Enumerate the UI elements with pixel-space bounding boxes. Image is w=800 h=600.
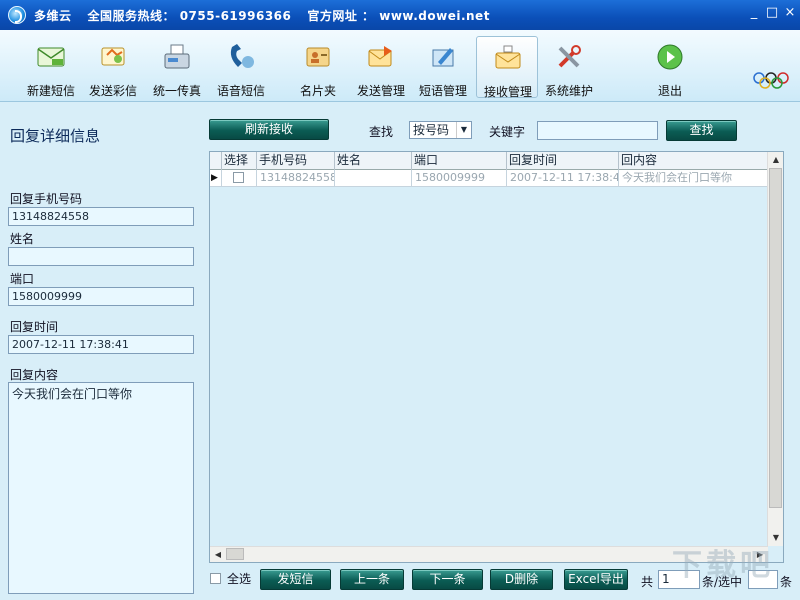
contacts-icon xyxy=(303,42,333,72)
toolbar-fax[interactable]: 统一传真 xyxy=(146,36,208,98)
send-manage-icon xyxy=(366,42,396,72)
port-field[interactable]: 1580009999 xyxy=(8,287,194,306)
close-button[interactable]: × xyxy=(782,6,798,22)
time-field[interactable]: 2007-12-11 17:38:41 xyxy=(8,335,194,354)
time-label: 回复时间 xyxy=(10,320,59,334)
content-label: 回复内容 xyxy=(10,368,59,382)
system-maintenance-icon xyxy=(554,42,584,72)
toolbar-label: 短语管理 xyxy=(418,84,467,98)
scroll-up-icon[interactable]: ▲ xyxy=(768,152,783,168)
refresh-receive-button[interactable]: 刷新接收 xyxy=(209,119,329,140)
toolbar-label: 统一传真 xyxy=(152,84,201,98)
voice-sms-icon xyxy=(226,42,256,72)
column-header[interactable]: 回复时间 xyxy=(507,152,619,170)
keyword-input[interactable] xyxy=(537,121,658,140)
toolbar-label: 退出 xyxy=(657,84,682,98)
toolbar-phrase-manage[interactable]: 短语管理 xyxy=(412,36,474,98)
table-header: 选择 手机号码 姓名 端口 回复时间 回内容 xyxy=(210,152,768,170)
next-button[interactable]: 下一条 xyxy=(412,569,483,590)
toolbar-label: 系统维护 xyxy=(544,84,593,98)
table-row[interactable]: ▶ 13148824558 1580009999 2007-12-11 17:3… xyxy=(210,170,768,187)
detail-panel: 回复详细信息 回复手机号码 13148824558 姓名 端口 15800099… xyxy=(0,103,202,600)
toolbar-label: 语音短信 xyxy=(216,84,265,98)
select-all-label: 全选 xyxy=(227,572,252,586)
minimize-button[interactable]: _ xyxy=(746,6,762,22)
phone-label: 回复手机号码 xyxy=(10,192,83,206)
reply-table: 选择 手机号码 姓名 端口 回复时间 回内容 ▶ 13148824558 158… xyxy=(209,151,784,563)
row-indicator-header xyxy=(210,152,222,170)
toolbar-voice-sms[interactable]: 语音短信 xyxy=(210,36,272,98)
watermark-text: 下载吧 xyxy=(672,548,774,583)
search-mode-value: 按号码 xyxy=(413,123,450,137)
name-field[interactable] xyxy=(8,247,194,266)
previous-button[interactable]: 上一条 xyxy=(340,569,404,590)
cell-port: 1580009999 xyxy=(412,170,507,187)
selected-suffix-label: 条 xyxy=(780,575,793,589)
vertical-scrollbar[interactable]: ▲ ▼ xyxy=(767,152,783,546)
horizontal-scroll-thumb[interactable] xyxy=(226,548,244,560)
new-sms-icon xyxy=(36,42,66,72)
send-sms-button[interactable]: 发短信 xyxy=(260,569,331,590)
delete-button[interactable]: D删除 xyxy=(490,569,553,590)
chevron-down-icon[interactable]: ▼ xyxy=(456,122,471,138)
cell-name xyxy=(335,170,412,187)
hotline-text: 全国服务热线： 0755-61996366 xyxy=(87,9,292,23)
excel-export-button[interactable]: Excel导出 xyxy=(564,569,628,590)
select-all-checkbox[interactable] xyxy=(210,573,221,584)
app-logo-icon xyxy=(8,6,26,24)
toolbar-send-mms[interactable]: 发送彩信 xyxy=(82,36,144,98)
port-label: 端口 xyxy=(10,272,35,286)
cell-phone: 13148824558 xyxy=(257,170,335,187)
search-mode-select[interactable]: 按号码 ▼ xyxy=(409,121,472,139)
find-label: 查找 xyxy=(369,125,394,139)
row-checkbox-cell xyxy=(222,170,257,187)
toolbar-contacts[interactable]: 名片夹 xyxy=(287,36,349,98)
name-label: 姓名 xyxy=(10,232,35,246)
column-header[interactable]: 选择 xyxy=(222,152,257,170)
keyword-label: 关键字 xyxy=(489,125,526,139)
website-text: 官方网址 ： www.dowei.net xyxy=(307,9,490,23)
vertical-scroll-thumb[interactable] xyxy=(769,168,782,508)
exit-icon xyxy=(655,42,685,72)
mms-icon xyxy=(98,42,128,72)
restore-button[interactable]: □ xyxy=(764,6,780,22)
main-toolbar: 新建短信 发送彩信 统一传真 语音短信 名片夹 发送管理 短语管理 接收管理 系… xyxy=(0,30,800,102)
cell-time: 2007-12-11 17:38:41 xyxy=(507,170,619,187)
toolbar-receive-manage[interactable]: 接收管理 xyxy=(476,36,538,99)
column-header[interactable]: 手机号码 xyxy=(257,152,335,170)
receive-manage-icon xyxy=(493,43,523,73)
olympic-rings-icon xyxy=(753,72,789,89)
toolbar-exit[interactable]: 退出 xyxy=(639,36,701,98)
toolbar-send-manage[interactable]: 发送管理 xyxy=(350,36,412,98)
title-bar: 多维云 全国服务热线： 0755-61996366 官方网址 ： www.dowei… xyxy=(0,0,800,30)
phrase-manage-icon xyxy=(428,42,458,72)
column-header[interactable]: 姓名 xyxy=(335,152,412,170)
app-name: 多维云 xyxy=(34,9,72,23)
fax-icon xyxy=(162,42,192,72)
total-prefix-label: 共 xyxy=(641,575,654,589)
cell-content: 今天我们会在门口等你 xyxy=(619,170,768,187)
content-area[interactable]: 今天我们会在门口等你 xyxy=(8,382,194,594)
row-checkbox[interactable] xyxy=(233,172,244,183)
search-button[interactable]: 查找 xyxy=(666,120,737,141)
scroll-left-icon[interactable]: ◀ xyxy=(210,547,226,562)
toolbar-label: 发送彩信 xyxy=(88,84,137,98)
window-title: 多维云 全国服务热线： 0755-61996366 官方网址 ： www.dowei… xyxy=(34,7,506,24)
phone-field[interactable]: 13148824558 xyxy=(8,207,194,226)
toolbar-new-sms[interactable]: 新建短信 xyxy=(20,36,82,98)
row-indicator: ▶ xyxy=(210,170,222,187)
detail-title: 回复详细信息 xyxy=(10,127,101,145)
column-header[interactable]: 回内容 xyxy=(619,152,768,170)
column-header[interactable]: 端口 xyxy=(412,152,507,170)
toolbar-system-maintenance[interactable]: 系统维护 xyxy=(538,36,600,98)
